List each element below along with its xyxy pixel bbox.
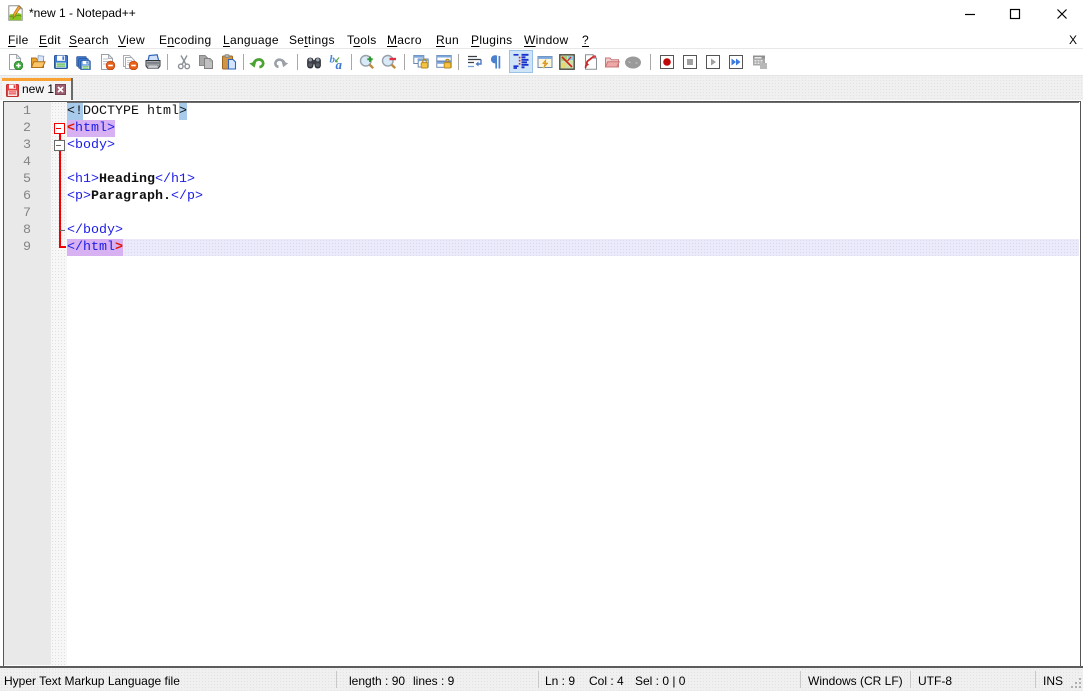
- svg-text:a: a: [336, 57, 343, 70]
